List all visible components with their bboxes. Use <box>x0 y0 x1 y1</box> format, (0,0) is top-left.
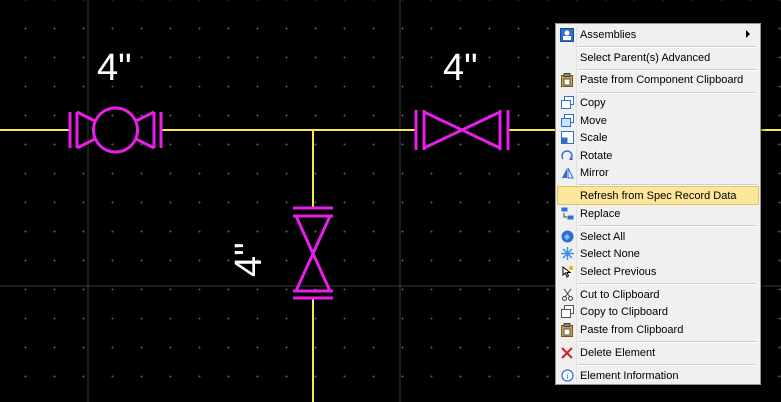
menu-item-label: Select Parent(s) Advanced <box>580 51 711 64</box>
menu-item-copy-to-clipboard[interactable]: Copy to Clipboard <box>558 303 758 320</box>
menu-item-replace[interactable]: Replace <box>558 205 758 222</box>
menu-item-select-previous[interactable]: Select Previous <box>558 263 758 280</box>
delete-icon <box>559 345 575 361</box>
menu-item-select-all[interactable]: Select All <box>558 228 758 245</box>
select-previous-icon <box>559 264 575 280</box>
mirror-icon <box>559 165 575 181</box>
valve-2-size-label: 4" <box>443 47 478 89</box>
menu-separator <box>578 341 757 343</box>
menu-item-rotate[interactable]: Rotate <box>558 147 758 164</box>
context-menu: Assemblies Select Parent(s) Advanced Pas… <box>555 23 761 385</box>
menu-item-label: Cut to Clipboard <box>580 288 660 301</box>
menu-separator <box>578 225 757 227</box>
menu-item-label: Copy <box>580 96 606 109</box>
menu-item-label: Delete Element <box>580 346 656 359</box>
valve-1-size-label: 4" <box>97 47 132 89</box>
menu-item-element-information[interactable]: i Element Information <box>558 367 758 384</box>
menu-separator <box>578 184 757 186</box>
rotate-icon <box>559 148 575 164</box>
menu-item-refresh-from-spec-record-data[interactable]: Refresh from Spec Record Data <box>557 186 759 205</box>
menu-separator <box>578 283 757 285</box>
menu-item-label: Element Information <box>580 369 679 382</box>
scale-icon <box>559 130 575 146</box>
valve-3-size-label: 4" <box>228 242 270 277</box>
menu-item-label: Paste from Component Clipboard <box>580 73 744 86</box>
menu-item-select-none[interactable]: Select None <box>558 245 758 262</box>
menu-item-copy[interactable]: Copy <box>558 94 758 111</box>
menu-item-label: Select All <box>580 230 626 243</box>
menu-separator <box>578 46 757 48</box>
copy-clipboard-icon <box>559 304 575 320</box>
menu-item-label: Replace <box>580 207 621 220</box>
menu-item-paste-from-clipboard[interactable]: Paste from Clipboard <box>558 321 758 338</box>
menu-item-move[interactable]: Move <box>558 112 758 129</box>
replace-icon <box>559 206 575 222</box>
menu-item-select-parents-advanced[interactable]: Select Parent(s) Advanced <box>558 49 758 66</box>
menu-item-assemblies[interactable]: Assemblies <box>558 26 758 43</box>
menu-item-label: Paste from Clipboard <box>580 323 684 336</box>
menu-item-label: Refresh from Spec Record Data <box>580 189 737 202</box>
menu-item-cut-to-clipboard[interactable]: Cut to Clipboard <box>558 286 758 303</box>
menu-item-paste-from-component-clipboard[interactable]: Paste from Component Clipboard <box>558 71 758 88</box>
info-icon: i <box>559 368 575 384</box>
menu-item-label: Select Previous <box>580 265 657 278</box>
menu-item-label: Mirror <box>580 166 609 179</box>
menu-item-label: Rotate <box>580 149 613 162</box>
paste-clipboard-icon <box>559 322 575 338</box>
menu-item-label: Assemblies <box>580 28 637 41</box>
valve-2-symbol[interactable] <box>414 109 510 151</box>
menu-item-label: Copy to Clipboard <box>580 305 669 318</box>
menu-item-label: Move <box>580 114 607 127</box>
menu-item-delete-element[interactable]: Delete Element <box>558 344 758 361</box>
menu-item-mirror[interactable]: Mirror <box>558 164 758 181</box>
menu-item-label: Scale <box>580 131 608 144</box>
assemblies-icon <box>559 27 575 43</box>
cut-icon <box>559 287 575 303</box>
move-icon <box>559 113 575 129</box>
submenu-arrow-icon <box>746 30 750 38</box>
menu-item-label: Select None <box>580 247 640 260</box>
paste-icon <box>559 72 575 88</box>
select-none-icon <box>559 246 575 262</box>
valve-1-symbol[interactable] <box>68 106 163 154</box>
select-all-icon <box>559 229 575 245</box>
menu-item-scale[interactable]: Scale <box>558 129 758 146</box>
valve-3-symbol[interactable] <box>293 206 333 300</box>
menu-separator <box>578 364 757 366</box>
copy-icon <box>559 95 575 111</box>
